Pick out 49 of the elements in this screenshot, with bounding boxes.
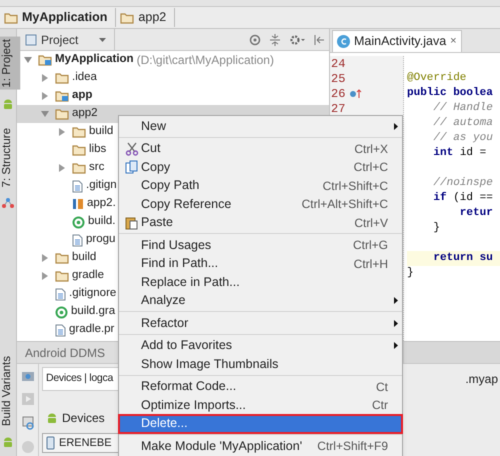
code-text: } <box>407 266 414 282</box>
shortcut-text: Ctrl+G <box>352 237 388 254</box>
line-number: 27 <box>330 100 346 118</box>
tree-item-label: libs <box>89 142 106 158</box>
breadcrumb-label: MyApplication <box>22 9 108 26</box>
tree-item-label: gradle.pr <box>69 322 114 338</box>
code-text: int id = <box>432 146 486 162</box>
tree-item-label: progu <box>86 232 116 248</box>
shortcut-text: Ctrl+V <box>354 214 388 232</box>
tree-item-path: (D:\git\cart\MyApplication) <box>136 52 274 69</box>
tree-item-label: app2 <box>72 106 98 122</box>
code-text: return su <box>432 251 493 266</box>
panel-title: Android DDMS <box>25 344 106 362</box>
shortcut-text: Ctrl+H <box>354 256 388 273</box>
tree-item-label: .gitign <box>86 178 117 194</box>
line-number: 26 <box>330 86 346 102</box>
tree-item-label: gradle <box>72 268 104 284</box>
code-text: // Handle <box>432 101 493 116</box>
tree-item-label: app2. <box>87 196 116 212</box>
tree-item-label: .gitignore <box>69 286 116 302</box>
shortcut-text: Ctrl+X <box>354 140 388 158</box>
code-text: public boolea <box>407 86 493 102</box>
editor-tab-label: MainActivity.java <box>354 33 446 50</box>
tree-item-label: app <box>72 88 92 104</box>
code-text: // automa <box>432 116 493 132</box>
code-text: } <box>432 221 440 236</box>
code-text: // as you <box>432 131 493 146</box>
tree-item-label: build <box>72 250 96 266</box>
tree-item-label: build.gra <box>71 304 116 320</box>
process-text: .myap <box>465 370 499 388</box>
shortcut-text: Ctrl+Shift+F9 <box>317 438 388 456</box>
line-number: 25 <box>330 70 346 88</box>
tree-item-label: src <box>89 160 104 176</box>
tree-item-label: .idea <box>72 70 97 86</box>
tree-item-label: build. <box>88 214 116 230</box>
tree-item-label: build <box>89 124 114 140</box>
line-number: 24 <box>330 56 346 72</box>
shortcut-text: Ctr <box>372 397 388 414</box>
shortcut-text: Ct <box>376 378 388 396</box>
devices-label: Devices <box>62 410 105 427</box>
breadcrumb-label: app2 <box>138 9 166 26</box>
shortcut-text: Ctrl+C <box>354 159 388 176</box>
shortcut-text: Ctrl+Alt+Shift+C <box>302 196 388 214</box>
code-text: retur <box>458 206 493 222</box>
shortcut-text: Ctrl+Shift+C <box>322 178 388 195</box>
code-text: //noinspe <box>432 176 493 192</box>
code-text: @Override <box>407 71 466 86</box>
tree-item-label: MyApplication <box>55 52 134 68</box>
code-text: if (id == <box>432 190 493 206</box>
